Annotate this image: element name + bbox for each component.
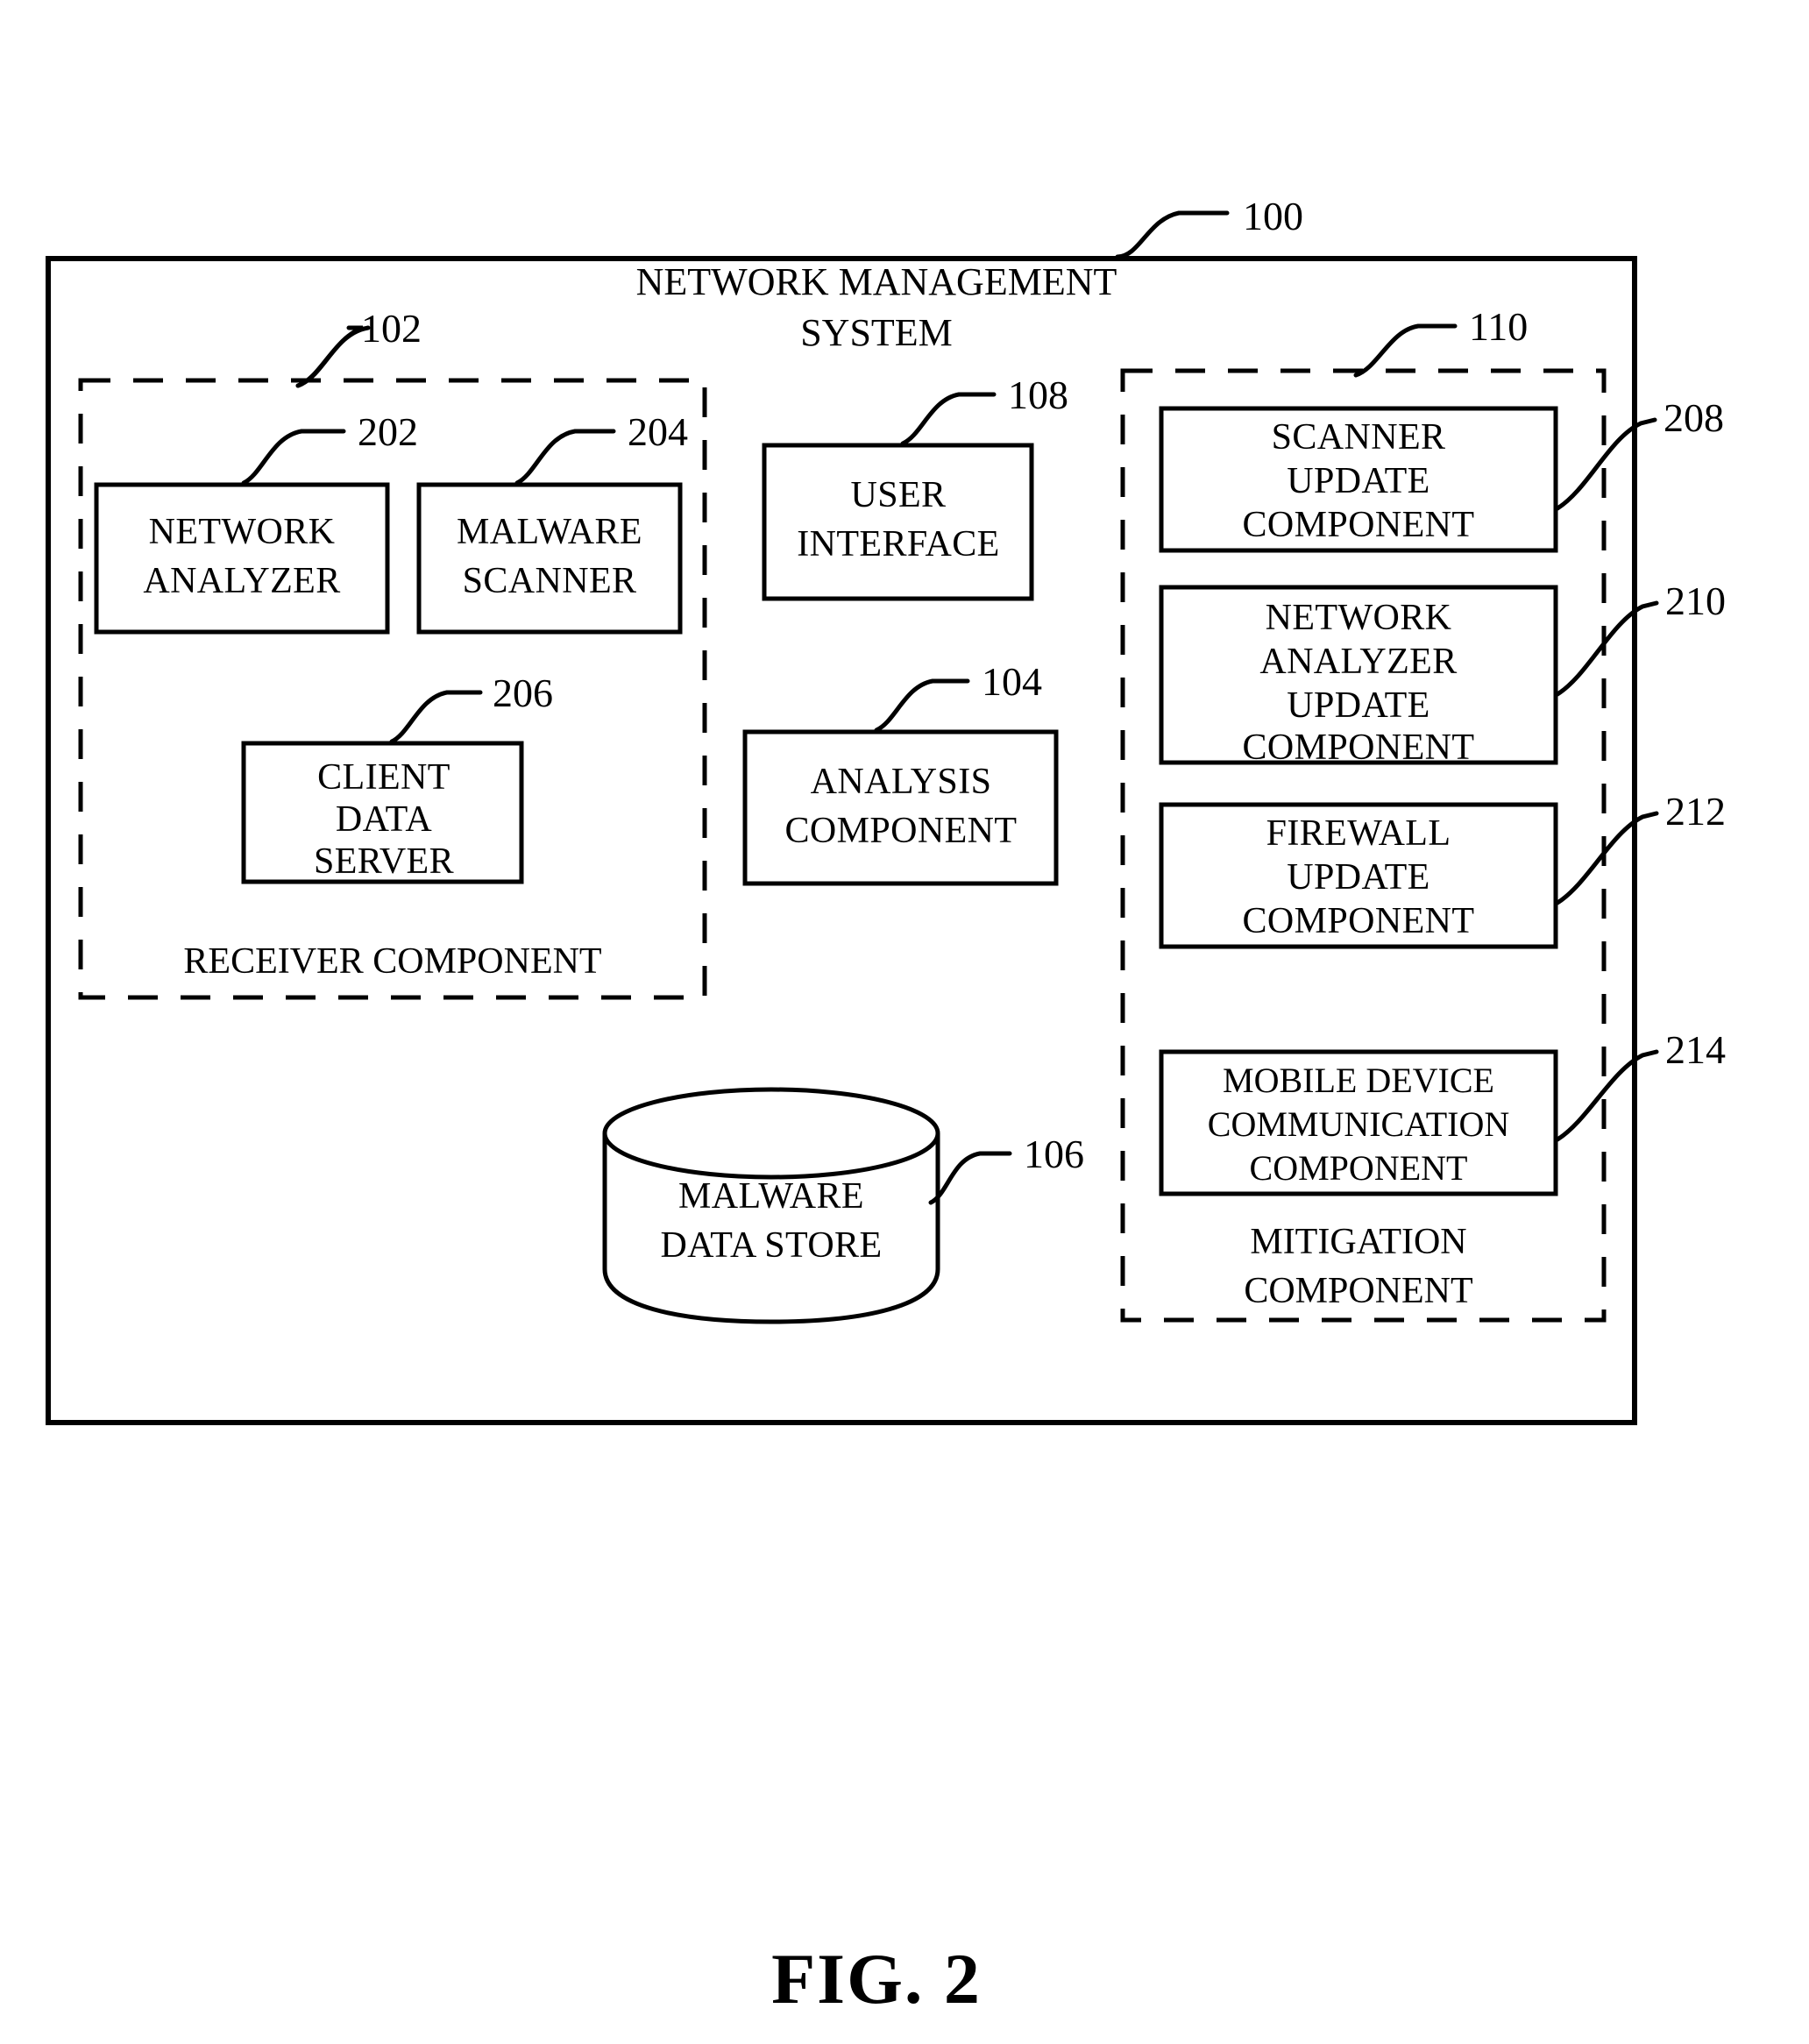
ref-number-108: 108: [1008, 373, 1068, 417]
client-data-server-label-line3: SERVER: [314, 841, 454, 882]
cylinder-top: [602, 1087, 940, 1180]
firewall-update-label-line3: COMPONENT: [1243, 901, 1475, 941]
lead-line-206: [389, 690, 483, 744]
network-analyzer-update-label-line3: UPDATE: [1287, 685, 1429, 726]
ref-number-106: 106: [1024, 1132, 1084, 1176]
malware-data-store-label-line1: MALWARE: [678, 1176, 864, 1217]
ref-number-206: 206: [493, 671, 553, 715]
mitigation-component-label-line1: MITIGATION: [1250, 1222, 1466, 1262]
network-analyzer-label-line2: ANALYZER: [143, 561, 340, 601]
ref-number-100: 100: [1243, 194, 1303, 238]
network-analyzer-update-label-line2: ANALYZER: [1259, 642, 1457, 682]
ref-number-208: 208: [1664, 395, 1724, 440]
malware-data-store-label-line2: DATA STORE: [660, 1225, 882, 1266]
malware-scanner-box: [416, 482, 683, 635]
lead-line-102b: [295, 325, 371, 388]
analysis-component-label-line1: ANALYSIS: [811, 762, 992, 802]
receiver-component-group: [78, 378, 707, 1000]
firewall-update-label-line2: UPDATE: [1287, 857, 1429, 898]
mitigation-component-label-line2: COMPONENT: [1244, 1271, 1472, 1311]
ref-number-204: 204: [628, 409, 688, 454]
mobile-device-comm-label-line1: MOBILE DEVICE: [1223, 1061, 1494, 1100]
lead-line-202: [241, 429, 346, 486]
scanner-update-label-line1: SCANNER: [1272, 417, 1446, 458]
client-data-server-label-line2: DATA: [336, 799, 432, 840]
user-interface-label-line2: INTERFACE: [797, 524, 999, 564]
mobile-device-comm-label-line3: COMPONENT: [1250, 1148, 1468, 1188]
user-interface-label-line1: USER: [851, 475, 947, 515]
lead-line-104: [874, 678, 970, 733]
lead-line-204: [514, 429, 616, 486]
malware-scanner-label-line2: SCANNER: [463, 561, 637, 601]
patent-figure-2: 100 NETWORK MANAGEMENT SYSTEM 102 NETWOR…: [0, 0, 1809, 2044]
lead-line-108: [900, 392, 997, 446]
network-analyzer-label-line1: NETWORK: [149, 512, 336, 552]
system-title-line2: SYSTEM: [800, 311, 953, 354]
lead-line-214: [1555, 1049, 1659, 1142]
analysis-component-label-line2: COMPONENT: [785, 811, 1018, 851]
malware-scanner-label-line1: MALWARE: [457, 512, 642, 552]
lead-line-210: [1555, 600, 1659, 697]
receiver-component-label: RECEIVER COMPONENT: [183, 941, 601, 982]
ref-number-212: 212: [1665, 789, 1726, 834]
ref-number-110: 110: [1469, 304, 1528, 349]
ref-number-214: 214: [1665, 1027, 1726, 1072]
analysis-component-box: [742, 729, 1059, 886]
ref-number-104: 104: [982, 659, 1042, 704]
ref-number-102: 102: [361, 306, 422, 351]
network-analyzer-update-label-line1: NETWORK: [1266, 598, 1452, 638]
lead-line-212: [1555, 811, 1659, 905]
lead-line-106: [928, 1151, 1012, 1205]
lead-line-100: [1115, 210, 1230, 259]
network-analyzer-box: [94, 482, 390, 635]
user-interface-box: [762, 443, 1034, 601]
lead-line-110: [1353, 323, 1458, 378]
ref-number-202: 202: [358, 409, 418, 454]
network-analyzer-update-label-line4: COMPONENT: [1243, 727, 1475, 768]
mobile-device-comm-label-line2: COMMUNICATION: [1208, 1104, 1509, 1144]
system-title-line1: NETWORK MANAGEMENT: [636, 260, 1117, 303]
client-data-server-label-line1: CLIENT: [317, 757, 450, 798]
scanner-update-label-line2: UPDATE: [1287, 461, 1429, 501]
ref-number-210: 210: [1665, 578, 1726, 623]
figure-caption: FIG. 2: [771, 1939, 982, 2019]
firewall-update-label-line1: FIREWALL: [1266, 813, 1451, 854]
scanner-update-label-line3: COMPONENT: [1243, 505, 1475, 545]
